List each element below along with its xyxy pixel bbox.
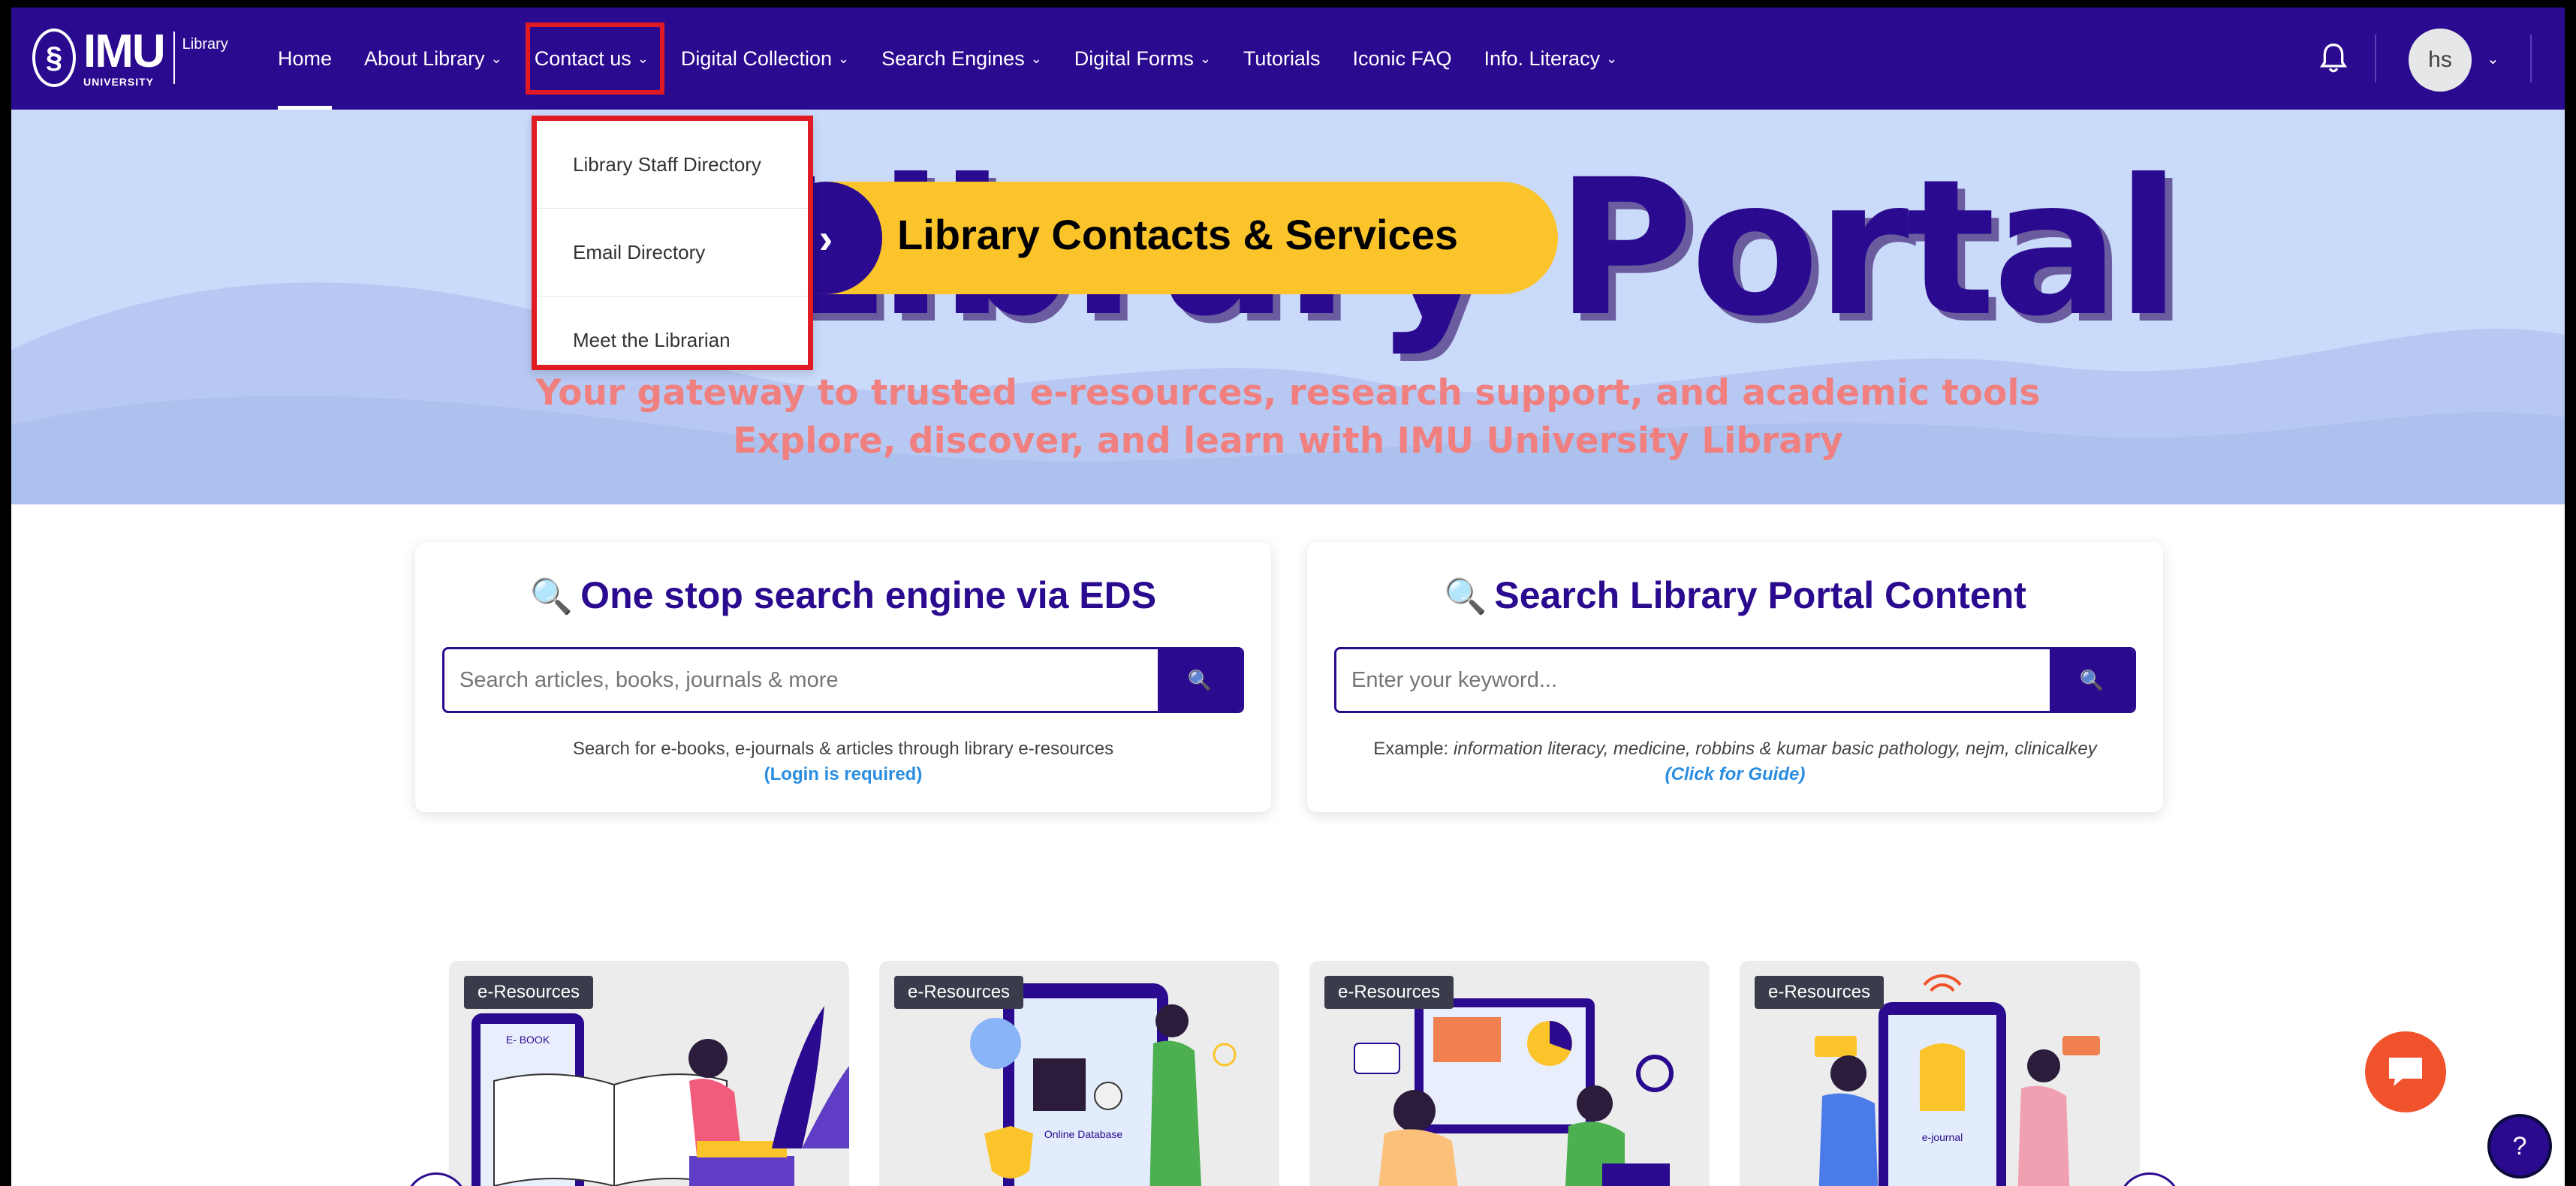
hero-subtitle-2: Explore, discover, and learn with IMU Un… [733, 420, 1843, 462]
nav-digital-forms-label: Digital Forms [1074, 47, 1194, 70]
chevron-down-icon: ⌄ [1199, 50, 1211, 66]
eds-search-title: 🔍 One stop search engine via EDS [415, 573, 1271, 617]
dropdown-item-staff-directory[interactable]: Library Staff Directory [537, 121, 808, 209]
main-nav: Home About Library ⌄ Contact us ⌄ Digital … [278, 8, 1650, 110]
dropdown-item-meet-librarian[interactable]: Meet the Librarian [537, 296, 808, 384]
nav-tutorials-label: Tutorials [1243, 47, 1321, 70]
nav-info-literacy-label: Info. Literacy [1484, 47, 1601, 70]
nav-search-engines[interactable]: Search Engines ⌄ [881, 8, 1042, 110]
resource-tile-research[interactable]: e-Resources [1309, 961, 1710, 1186]
imu-library-logo[interactable]: § IMU UNIVERSITY Library [32, 26, 228, 90]
hero-subtitle-1: Your gateway to trusted e-resources, res… [535, 372, 2041, 414]
portal-search-note: Example: information literacy, medicine,… [1307, 739, 2163, 760]
contact-us-dropdown: Library Staff Directory Email Directory … [532, 116, 813, 370]
dropdown-item-email-directory[interactable]: Email Directory [537, 209, 808, 296]
chevron-down-icon: ⌄ [1030, 50, 1042, 66]
contact-us-highlight [526, 23, 664, 95]
chevron-down-icon: ⌄ [1606, 50, 1618, 66]
magnifier-icon: 🔍 [1187, 668, 1213, 691]
chevron-down-icon: ⌄ [837, 50, 850, 66]
logo-wordmark: IMU UNIVERSITY [83, 26, 166, 88]
eds-search-card: 🔍One stop search engine via EDS 🔍 Search… [415, 542, 1271, 812]
nav-digital-collection[interactable]: Digital Collection ⌄ [681, 8, 849, 110]
nav-digital-collection-label: Digital Collection [680, 47, 832, 70]
magnifier-icon: 🔍 [1444, 576, 1487, 616]
eds-search-title-text: One stop search engine via EDS [580, 574, 1157, 616]
resource-badge: e-Resources [894, 976, 1024, 1009]
nav-divider [2375, 35, 2376, 83]
resource-badge: e-Resources [1324, 976, 1454, 1009]
callout-label: Library Contacts & Services [897, 211, 1458, 258]
logo-divider [173, 32, 175, 84]
eds-login-link[interactable]: (Login is required) [415, 764, 1271, 785]
hero-banner: Library Portal Your gateway to trusted e… [11, 110, 2565, 504]
ebook-label: E- BOOK [506, 1034, 550, 1046]
portal-guide-link[interactable]: (Click for Guide) [1307, 764, 2163, 785]
help-icon[interactable]: ? [2487, 1114, 2552, 1178]
logo-library-text: Library [182, 36, 228, 53]
portal-note-prefix: Example: [1373, 739, 1454, 759]
bell-icon[interactable] [2318, 42, 2349, 75]
caduceus-emblem-icon: § [32, 29, 76, 87]
resource-tile-ebook[interactable]: E- BOOK e-Resources [449, 961, 849, 1186]
chat-button[interactable] [2365, 1031, 2446, 1112]
portal-search-button[interactable]: 🔍 [2050, 649, 2134, 711]
resource-tile-online-database[interactable]: Online Database e-Resources [879, 961, 1279, 1186]
chat-icon [2389, 1058, 2422, 1086]
nav-divider [2530, 35, 2532, 83]
user-initials: hs [2428, 47, 2452, 72]
nav-about-library-label: About Library [364, 47, 485, 70]
nav-iconic-faq-label: Iconic FAQ [1352, 47, 1452, 70]
top-navbar: § IMU UNIVERSITY Library Home About Libr… [11, 8, 2565, 110]
eds-search-button[interactable]: 🔍 [1158, 649, 1242, 711]
browser-viewport: § IMU UNIVERSITY Library Home About Libr… [11, 8, 2565, 1186]
nav-search-engines-label: Search Engines [881, 47, 1025, 70]
portal-search-input[interactable] [1336, 649, 2050, 711]
portal-search-title-text: Search Library Portal Content [1494, 574, 2026, 616]
eds-search-input[interactable] [444, 649, 1158, 711]
portal-search-title: 🔍 Search Library Portal Content [1307, 573, 2163, 617]
portal-search-card: 🔍Search Library Portal Content 🔍 Example… [1307, 542, 2163, 812]
portal-guide-link-text: (Click for Guide) [1665, 764, 1806, 784]
ejournal-label: e-journal [1922, 1131, 1963, 1143]
resource-badge: e-Resources [1755, 976, 1885, 1009]
online-database-label: Online Database [1044, 1128, 1123, 1140]
nav-info-literacy[interactable]: Info. Literacy ⌄ [1484, 8, 1618, 110]
portal-note-examples: information literacy, medicine, robbins … [1453, 739, 2097, 759]
nav-home[interactable]: Home [278, 8, 333, 110]
nav-home-label: Home [278, 47, 333, 70]
magnifier-icon: 🔍 [2079, 668, 2104, 691]
eds-search-box: 🔍 [442, 647, 1244, 713]
resource-tile-ejournal[interactable]: e-journal e-Resources [1740, 961, 2140, 1186]
chevron-down-icon: ⌄ [490, 50, 502, 66]
nav-about-library[interactable]: About Library ⌄ [364, 8, 502, 110]
nav-tutorials[interactable]: Tutorials [1243, 8, 1321, 110]
logo-university-text: UNIVERSITY [83, 76, 155, 88]
user-avatar[interactable]: hs [2409, 29, 2472, 92]
nav-iconic-faq[interactable]: Iconic FAQ [1352, 8, 1451, 110]
logo-imu-text: IMU [83, 26, 166, 77]
eds-search-note: Search for e-books, e-journals & article… [572, 739, 1114, 759]
magnifier-icon: 🔍 [529, 576, 574, 616]
resource-badge: e-Resources [464, 976, 594, 1009]
nav-digital-forms[interactable]: Digital Forms ⌄ [1074, 8, 1211, 110]
portal-search-box: 🔍 [1334, 647, 2136, 713]
chevron-down-icon[interactable]: ⌄ [2487, 50, 2499, 68]
